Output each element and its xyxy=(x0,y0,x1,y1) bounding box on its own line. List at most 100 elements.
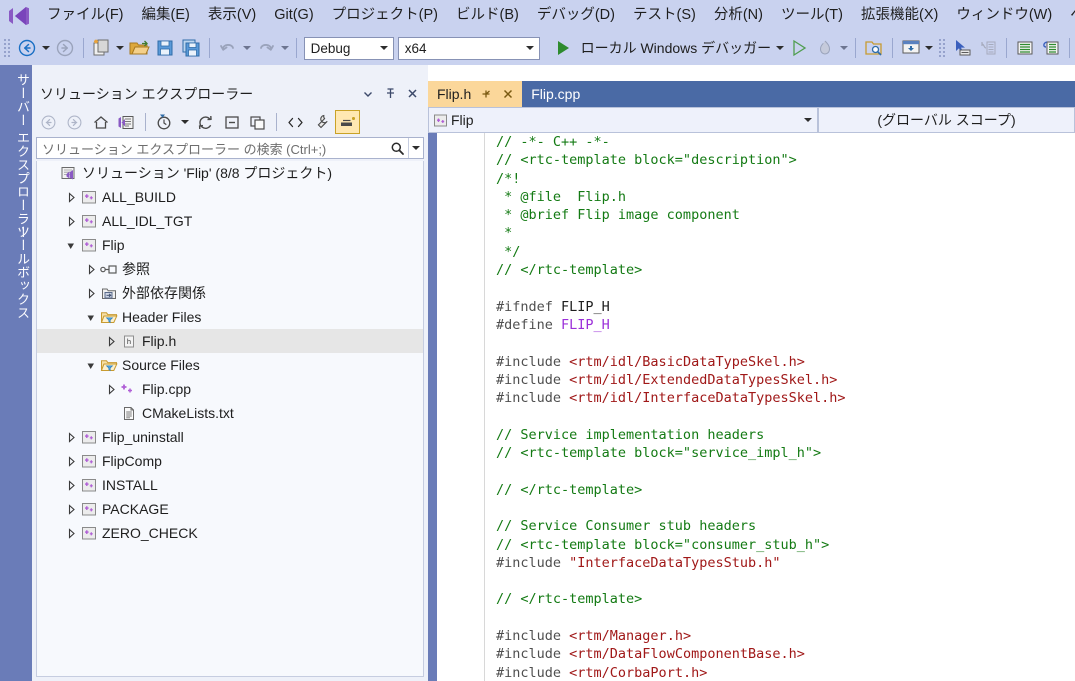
redo-dropdown[interactable] xyxy=(279,36,291,60)
tree-item-flip[interactable]: Flip xyxy=(37,233,423,257)
nav-scope-combo[interactable]: (グローバル スコープ) xyxy=(818,107,1075,133)
menu-item-10[interactable]: 拡張機能(X) xyxy=(852,5,947,27)
code-line[interactable] xyxy=(484,279,1075,297)
sidebar-tab-server-explorer[interactable]: サーバー エクスプローラー xyxy=(0,73,32,239)
platform-combo[interactable]: x64 xyxy=(397,36,540,60)
code-line[interactable]: * @brief Flip image component xyxy=(484,206,1075,224)
window-layout-icon[interactable] xyxy=(898,35,924,61)
expander-expanded-icon[interactable] xyxy=(63,233,79,257)
tree-item-------[interactable]: 外部依存関係 xyxy=(37,281,423,305)
solution-view-icon[interactable] xyxy=(114,110,139,134)
chevron-down-icon[interactable] xyxy=(523,46,537,50)
menu-item-6[interactable]: デバッグ(D) xyxy=(528,5,624,27)
tree-item-flip.h[interactable]: h Flip.h xyxy=(37,329,423,353)
menu-item-7[interactable]: テスト(S) xyxy=(624,5,705,27)
redo-icon[interactable] xyxy=(253,35,279,61)
collapse-all-icon[interactable] xyxy=(219,110,244,134)
home-icon[interactable] xyxy=(88,110,113,134)
code-text-area[interactable]: // -*- C++ -*- // <rtc-template block="de… xyxy=(484,133,1075,681)
code-line[interactable]: // </rtc-template> xyxy=(484,481,1075,499)
menu-item-1[interactable]: 編集(E) xyxy=(133,5,199,27)
code-line[interactable]: * xyxy=(484,224,1075,242)
pending-changes-icon[interactable] xyxy=(152,110,177,134)
menu-item-3[interactable]: Git(G) xyxy=(265,5,322,27)
view-code-icon[interactable] xyxy=(283,110,308,134)
code-line[interactable]: #include <rtm/idl/InterfaceDataTypesSkel… xyxy=(484,389,1075,407)
code-line[interactable]: * @file Flip.h xyxy=(484,188,1075,206)
properties-icon[interactable] xyxy=(309,110,334,134)
navigate-forward-icon[interactable] xyxy=(52,35,78,61)
expander-collapsed-icon[interactable] xyxy=(63,497,79,521)
refresh-icon[interactable] xyxy=(193,110,218,134)
code-line[interactable]: // <rtc-template block="description"> xyxy=(484,151,1075,169)
select-element-icon[interactable] xyxy=(949,35,975,61)
code-line[interactable]: // <rtc-template block="service_impl_h"> xyxy=(484,444,1075,462)
menu-item-9[interactable]: ツール(T) xyxy=(772,5,852,27)
tree-item-install[interactable]: INSTALL xyxy=(37,473,423,497)
code-line[interactable]: */ xyxy=(484,243,1075,261)
tree-item-zero_check[interactable]: ZERO_CHECK xyxy=(37,521,423,545)
navigate-back-icon[interactable] xyxy=(14,35,40,61)
code-line[interactable]: // Service Consumer stub headers xyxy=(484,517,1075,535)
expander-collapsed-icon[interactable] xyxy=(63,425,79,449)
menu-item-12[interactable]: ヘルプ xyxy=(1061,5,1075,27)
chevron-down-icon[interactable] xyxy=(377,46,391,50)
menu-item-2[interactable]: 表示(V) xyxy=(199,5,265,27)
start-debug-play-icon[interactable] xyxy=(550,35,576,61)
expander-collapsed-icon[interactable] xyxy=(83,257,99,281)
tree-item-package[interactable]: PACKAGE xyxy=(37,497,423,521)
expander-expanded-icon[interactable] xyxy=(83,305,99,329)
undo-dropdown[interactable] xyxy=(241,36,253,60)
show-all-files-icon[interactable] xyxy=(245,110,270,134)
nav-project-combo[interactable]: Flip xyxy=(428,107,818,133)
editor-indicator-margin[interactable] xyxy=(437,133,485,681)
tree-item---[interactable]: 参照 xyxy=(37,257,423,281)
increase-indent-icon[interactable] xyxy=(975,35,1001,61)
preview-selected-icon[interactable] xyxy=(335,110,360,134)
attach-process-icon[interactable] xyxy=(786,35,812,61)
menu-item-0[interactable]: ファイル(F) xyxy=(38,5,133,27)
configuration-combo[interactable]: Debug xyxy=(303,36,394,60)
search-input[interactable]: ソリューション エクスプローラー の検索 (Ctrl+;) xyxy=(37,139,386,158)
search-icon[interactable] xyxy=(386,141,408,156)
chevron-down-icon[interactable] xyxy=(358,84,378,104)
open-file-icon[interactable] xyxy=(126,35,152,61)
expander-collapsed-icon[interactable] xyxy=(83,281,99,305)
code-line[interactable]: // </rtc-template> xyxy=(484,590,1075,608)
solution-explorer-search[interactable]: ソリューション エクスプローラー の検索 (Ctrl+;) xyxy=(36,137,424,159)
code-line[interactable]: // </rtc-template> xyxy=(484,261,1075,279)
new-item-icon[interactable] xyxy=(89,35,115,61)
toolbar-grip[interactable] xyxy=(3,38,12,58)
code-line[interactable]: #include <rtm/CorbaPort.h> xyxy=(484,664,1075,681)
editor-tab-flip-cpp[interactable]: Flip.cpp xyxy=(522,81,588,107)
code-line[interactable]: // -*- C++ -*- xyxy=(484,133,1075,151)
expander-expanded-icon[interactable] xyxy=(83,353,99,377)
expander-collapsed-icon[interactable] xyxy=(63,521,79,545)
code-line[interactable] xyxy=(484,572,1075,590)
code-line[interactable]: #define FLIP_H xyxy=(484,316,1075,334)
pending-changes-dropdown[interactable] xyxy=(178,110,192,134)
code-line[interactable] xyxy=(484,462,1075,480)
start-debug-dropdown[interactable] xyxy=(774,36,786,60)
close-icon[interactable] xyxy=(500,85,515,103)
back-icon[interactable] xyxy=(36,110,61,134)
save-all-icon[interactable] xyxy=(178,35,204,61)
expander-collapsed-icon[interactable] xyxy=(103,377,119,401)
tree-item-flip_uninstall[interactable]: Flip_uninstall xyxy=(37,425,423,449)
save-icon[interactable] xyxy=(152,35,178,61)
tree-item-header-files[interactable]: Header Files xyxy=(37,305,423,329)
menu-item-11[interactable]: ウィンドウ(W) xyxy=(947,5,1061,27)
menu-item-4[interactable]: プロジェクト(P) xyxy=(323,5,447,27)
new-item-dropdown[interactable] xyxy=(115,36,127,60)
code-line[interactable]: // Service implementation headers xyxy=(484,426,1075,444)
menu-item-5[interactable]: ビルド(B) xyxy=(447,5,528,27)
start-debug-label[interactable]: ローカル Windows デバッガー xyxy=(576,41,775,55)
navigate-back-dropdown[interactable] xyxy=(40,36,52,60)
tree-item-flipcomp[interactable]: FlipComp xyxy=(37,449,423,473)
code-line[interactable]: #include <rtm/idl/ExtendedDataTypesSkel.… xyxy=(484,371,1075,389)
solution-tree[interactable]: ソリューション 'Flip' (8/8 プロジェクト) ALL_BUILD ALL_… xyxy=(36,161,424,677)
tree-item-flip.cpp[interactable]: Flip.cpp xyxy=(37,377,423,401)
code-line[interactable]: #include <rtm/Manager.h> xyxy=(484,627,1075,645)
tree-item-cmakelists.txt[interactable]: CMakeLists.txt xyxy=(37,401,423,425)
solution-search-icon[interactable] xyxy=(861,35,887,61)
